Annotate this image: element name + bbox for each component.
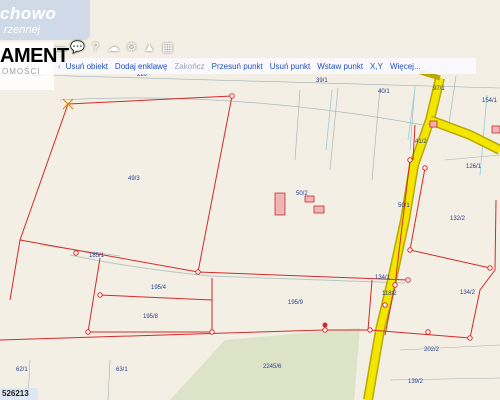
parcel-label: 40/1 [378,89,390,95]
parcel-label: 126/1 [466,164,482,170]
settings-icon[interactable]: ⚙ [124,39,139,54]
parcel-label: 195/8 [143,314,159,320]
parcel-label: 118/2 [382,291,397,297]
parcel-label: 134/2 [460,290,476,296]
insert-point-button[interactable]: Wstaw punkt [317,62,363,71]
parcel-label: 50/1 [398,203,410,209]
app-subtitle: rzennej [4,24,41,36]
legend-icon[interactable]: ▦ [160,39,175,54]
delete-object-button[interactable]: Usuń obiekt [66,62,108,71]
app-title: chowo [0,4,57,23]
brand-name: AMENT [0,45,69,67]
parcel-label: 139/2 [408,379,424,385]
building [313,205,325,214]
parcel-label: 39/1 [316,78,328,84]
parcel-label: 202/2 [424,347,440,353]
building [491,125,500,134]
coordinate-readout: 526213 [0,388,38,400]
parcel-label: 195/9 [288,300,304,306]
measure-icon[interactable]: ▲ [142,39,157,54]
delete-point-button[interactable]: Usuń punkt [270,62,310,71]
parcel-label: 50/2 [296,191,308,197]
parcel-label: 195/4 [151,285,167,291]
parcel-label: 97/1 [433,86,445,92]
parcel-label: 63/1 [116,367,128,373]
move-point-button[interactable]: Przesuń punkt [212,62,263,71]
cloud-upload-icon[interactable]: ☁ [106,39,121,54]
brand-logo: AMENT OMOŚCI [0,42,69,90]
more-button[interactable]: Więcej... [390,62,421,71]
finish-button[interactable]: Zakończ [174,62,204,71]
add-enclave-button[interactable]: Dodaj enklawę [115,62,167,71]
parcel-label: 134/1 [375,275,391,281]
parcel-label: 132/2 [450,216,466,222]
comment-icon[interactable]: 💬 [70,39,85,54]
building [429,120,438,128]
brand-tagline: OMOŚCI [2,67,41,76]
top-toolbar: ▬ 💬 ? ☁ ⚙ ▲ ▦ [52,39,175,54]
parcel-label: 49/3 [128,176,140,182]
help-icon[interactable]: ? [88,39,103,54]
building [274,192,286,216]
app-header: chowo rzennej [0,0,90,40]
parcel-label: 62/1 [16,367,28,373]
edit-menu-bar: ‹ Usuń obiekt Dodaj enklawę Zakończ Prze… [0,58,476,74]
xy-button[interactable]: X,Y [370,62,383,71]
parcel-label: 41/2 [415,139,427,145]
parcel-label: 185/1 [89,253,105,259]
parcel-label: 2245/6 [263,364,282,370]
parcel-label: 154/1 [482,98,498,104]
